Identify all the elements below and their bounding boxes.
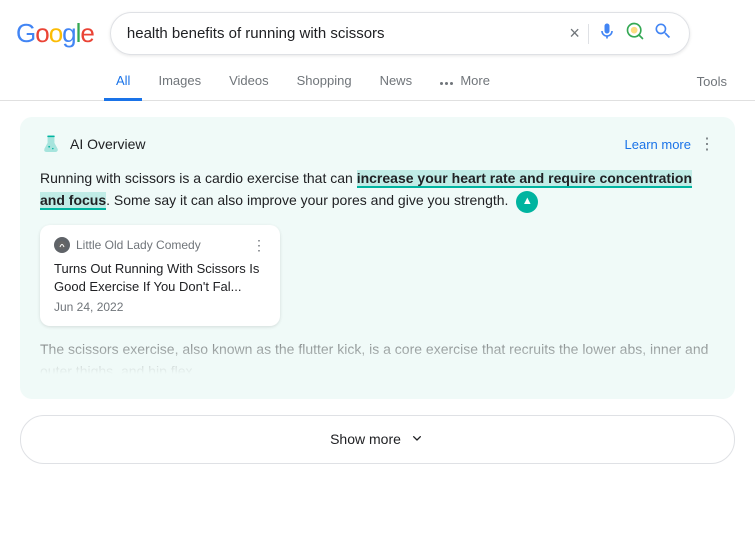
search-divider <box>588 24 589 44</box>
source-more-options-icon[interactable]: ⋮ <box>252 237 266 254</box>
ai-title-group: AI Overview <box>40 133 145 155</box>
header: Google × <box>0 0 755 63</box>
ai-overview: AI Overview Learn more ⋮ Running with sc… <box>20 117 735 399</box>
logo-g: G <box>16 18 35 48</box>
ai-flask-icon <box>40 133 62 155</box>
tab-all[interactable]: All <box>104 63 142 101</box>
lens-search-icon[interactable] <box>625 21 645 46</box>
tab-news[interactable]: News <box>368 63 425 101</box>
search-input[interactable] <box>127 25 561 42</box>
source-card: Little Old Lady Comedy ⋮ Turns Out Runni… <box>40 225 280 326</box>
source-card-header: Little Old Lady Comedy ⋮ <box>54 237 266 254</box>
ai-text-before: Running with scissors is a cardio exerci… <box>40 170 357 186</box>
source-date: Jun 24, 2022 <box>54 300 266 314</box>
main-content: AI Overview Learn more ⋮ Running with sc… <box>0 101 755 480</box>
voice-search-icon[interactable] <box>597 21 617 46</box>
google-logo: Google <box>16 18 94 49</box>
more-dots-icon <box>440 82 453 85</box>
logo-g2: g <box>62 18 75 48</box>
show-more-button[interactable]: Show more <box>20 415 735 464</box>
search-bar[interactable]: × <box>110 12 690 55</box>
source-favicon <box>54 237 70 253</box>
tab-videos[interactable]: Videos <box>217 63 281 101</box>
logo-o2: o <box>49 18 62 48</box>
tab-images[interactable]: Images <box>146 63 213 101</box>
tab-more[interactable]: More <box>428 63 502 101</box>
ai-overview-actions: Learn more ⋮ <box>625 134 715 154</box>
logo-o1: o <box>35 18 48 48</box>
ai-overview-title: AI Overview <box>70 136 145 152</box>
tools-button[interactable]: Tools <box>685 64 739 99</box>
ai-more-options-icon[interactable]: ⋮ <box>699 134 715 154</box>
source-name-group: Little Old Lady Comedy <box>54 237 201 253</box>
ai-overview-header: AI Overview Learn more ⋮ <box>40 133 715 155</box>
source-name: Little Old Lady Comedy <box>76 238 201 252</box>
source-title[interactable]: Turns Out Running With Scissors Is Good … <box>54 260 266 296</box>
faded-section: The scissors exercise, also known as the… <box>40 338 715 383</box>
show-more-label: Show more <box>330 431 401 447</box>
search-submit-icon[interactable] <box>653 21 673 46</box>
tab-shopping[interactable]: Shopping <box>285 63 364 101</box>
learn-more-link[interactable]: Learn more <box>625 137 691 152</box>
ai-text-after: . Some say it can also improve your pore… <box>106 192 508 208</box>
clear-icon[interactable]: × <box>569 23 580 44</box>
ai-overview-text: Running with scissors is a cardio exerci… <box>40 167 715 213</box>
faded-text: The scissors exercise, also known as the… <box>40 338 715 383</box>
nav-tabs: All Images Videos Shopping News More Too… <box>0 63 755 101</box>
logo-e: e <box>80 18 93 48</box>
ai-collapse-icon[interactable]: ▲ <box>516 191 538 213</box>
chevron-down-icon <box>409 430 425 449</box>
